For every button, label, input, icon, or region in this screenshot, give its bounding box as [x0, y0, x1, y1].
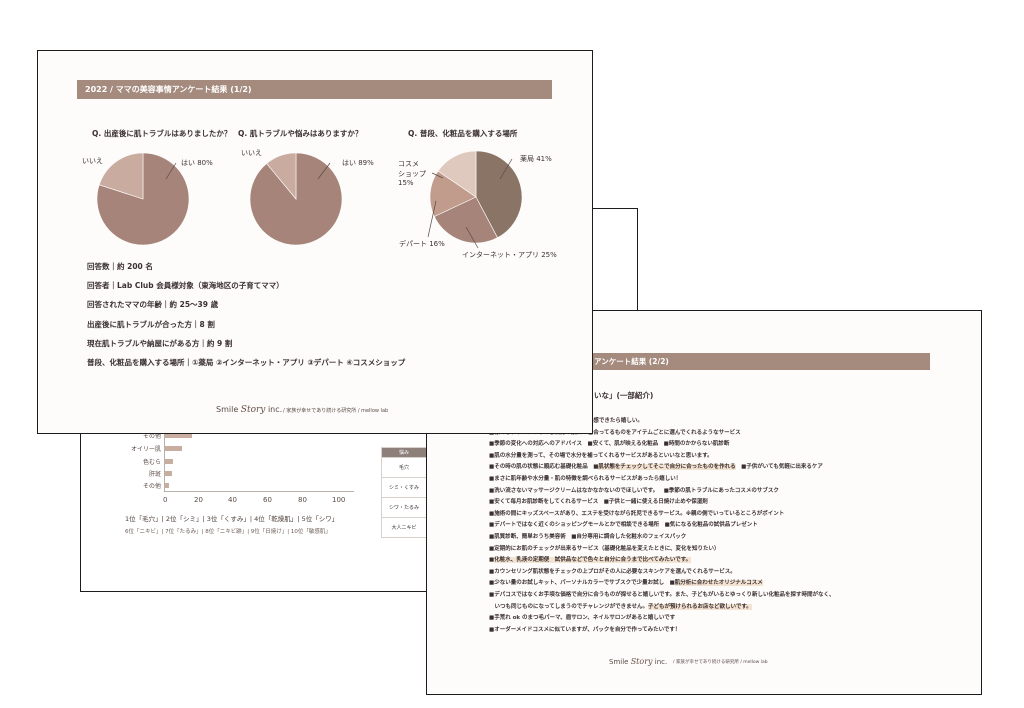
- comment-line: ■その時の肌の状態に順応む基礎化粧品 ■肌状態をチェックしてそこで自分に合ったも…: [489, 464, 823, 471]
- comment-line: ■手荒れ ok のまつ毛パーマ、眉サロン、ネイルサロンがあると嬉しいです: [489, 615, 676, 622]
- slide-subtitle: いな」(一部紹介): [594, 391, 654, 400]
- table-cell: シワ・たるみ: [381, 497, 427, 518]
- axis-tick: 0: [163, 496, 168, 504]
- comment-line: ■デパコスではなくお手頃な価格で自分に合うものが探せると嬉しいです。また、子ども…: [489, 592, 835, 598]
- comment-line: ■少ない量のお試しキット、パーソナルカラーでサブスクで少量お試し ■肌分析に合わ…: [489, 580, 763, 587]
- comment-line: ■洗い流さないマッサージクリームはなかなかないのでほしいです。 ■季節の肌トラブ…: [489, 487, 779, 494]
- comment-line: ■肌の水分量を測って、その場で水分を補ってくれるサービスがあるといいなと思います…: [489, 452, 713, 459]
- comment-line: ■デパートではなく近くのショッピングモールとかで相談できる場所 ■気になる化粧品…: [489, 522, 758, 529]
- ranking-top5: 1位「毛穴」| 2位「シミ」| 3位「くすみ」| 4位「乾燥肌」| 5位「シワ」: [125, 515, 339, 523]
- pie-label: 薬局 41%: [520, 155, 552, 163]
- y-axis: [164, 429, 165, 492]
- bar-label: 色むら: [142, 459, 161, 466]
- stat-purchase-place: 普段、化粧品を購入する場所｜①薬局 ②インターネット・アプリ ③デパート ④コス…: [87, 358, 406, 367]
- pie-label: はい 80%: [181, 159, 213, 167]
- table-cell: 大人ニキビ: [381, 517, 427, 538]
- bar-label: その他: [142, 483, 161, 490]
- comment-line: ■施術の間にキッズスペースがあり、エステを受けながら託児できるサービス。※親の側…: [489, 510, 785, 517]
- company-logo: Smile Story inc.: [609, 657, 668, 666]
- axis-tick: 40: [228, 496, 237, 504]
- comment-line: ■安くて毎月お肌診断をしてくれるサービス ■子供と一緒に使える日焼け止めや保湿剤: [489, 499, 708, 506]
- bar-label: 肝斑: [148, 471, 161, 478]
- axis-tick: 80: [298, 496, 307, 504]
- table-header: 悩み: [381, 447, 427, 458]
- footer-tagline: / 家族が幸せであり続ける研究所 / mellow lab: [673, 660, 768, 665]
- comment-line: ■カウンセリング肌状態をチェックの上プロがその人に必要なスキンケアを選んでくれる…: [489, 568, 736, 575]
- bar: [165, 459, 173, 464]
- pie-label: いいえ: [82, 157, 103, 165]
- stat-current-trouble: 現在肌トラブルや納屋にがある方｜約 9 割: [87, 339, 233, 348]
- concerns-table: 悩み 毛穴 シミ・くすみ シワ・たるみ 大人ニキビ: [381, 447, 427, 538]
- pie-label: 15%: [398, 179, 414, 187]
- comment-line: ■化粧水、乳液の定期便 試供品などで色々と自分に合うまで比べてみたいです。: [489, 557, 692, 564]
- comment-line: ■肌質診断、簡単おうち美容術 ■自分専用に調合した化粧水のフェイスパック: [489, 534, 687, 540]
- comment-line: いつも同じものになってしまうのでチャレンジができません。子どもが預けられるお店な…: [489, 603, 752, 610]
- pie-label: はい 89%: [342, 159, 374, 167]
- ranking-6-10: 6位「ニキビ」| 7位「たるみ」| 8位「ニキビ跡」| 9位「日焼け」| 10位…: [125, 529, 331, 535]
- table-cell: シミ・くすみ: [381, 477, 427, 498]
- bar: [165, 446, 182, 451]
- axis-tick: 20: [194, 496, 203, 504]
- pie-label: デパート 16%: [399, 240, 445, 248]
- bar-label: オイリー肌: [130, 446, 161, 453]
- comment-line: ■まさに肌年齢や水分量・肌の特徴を調べられるサービスがあったら嬉しい！: [489, 476, 682, 482]
- leader-lines: [165, 158, 513, 249]
- comment-line: ■季節の変化への対応へのアドバイス ■安くて、肌が映える化粧品 ■時間のかからな…: [489, 441, 730, 448]
- comment-line: ■定期的にお肌のチェックが出来るサービス（基礎化粧品を変えたときに、変化を知りた…: [489, 545, 720, 552]
- company-logo: Smile Story inc.: [216, 405, 283, 415]
- stat-age: 回答されたママの年齢｜約 25〜39 歳: [87, 300, 219, 309]
- x-axis: [164, 491, 354, 492]
- footer-tagline: / 家族が幸せであり続ける研究所 / mellow lab: [283, 408, 389, 414]
- pie-label: インターネット・アプリ 25%: [462, 251, 557, 259]
- stat-postpartum: 出産後に肌トラブルが合った方｜8 割: [87, 320, 215, 329]
- stat-respondents: 回答数｜約 200 名: [87, 262, 153, 271]
- axis-tick: 100: [332, 496, 346, 504]
- pie-label: ショップ: [398, 170, 426, 178]
- pie-label: コスメ: [398, 160, 419, 168]
- axis-tick: 60: [263, 496, 272, 504]
- bar: [165, 483, 169, 488]
- pie-label: いいえ: [241, 149, 262, 157]
- comment-line: ■オーダーメイドコスメに似ていますが、パックを自分で作ってみたいです！: [489, 626, 681, 633]
- table-cell: 毛穴: [381, 457, 427, 478]
- stat-audience: 回答者｜Lab Club 会員様対象（東海地区の子育てママ）: [87, 281, 284, 290]
- bar: [165, 471, 172, 476]
- slide-survey-results-1: 2022 / ママの美容事情アンケート結果 (1/2) Q. 出産後に肌トラブル…: [37, 50, 593, 434]
